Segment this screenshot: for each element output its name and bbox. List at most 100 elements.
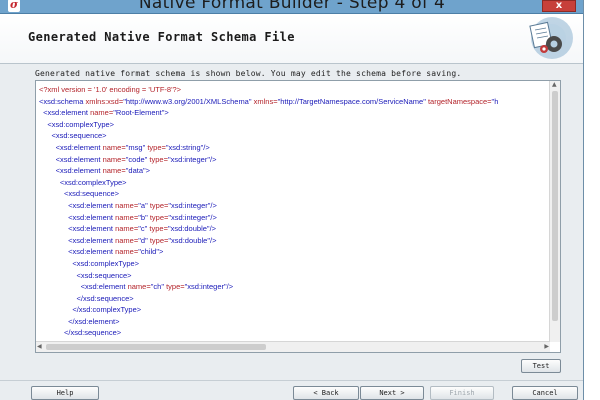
code-line[interactable]: <xsd:element name="msg" type="xsd:string… <box>39 142 548 154</box>
code-token: </xsd:element> <box>39 316 120 326</box>
code-token: <xsd:element <box>39 154 103 164</box>
code-token: <xsd:element <box>39 224 116 234</box>
code-line[interactable]: </xsd:complexType> <box>39 304 548 316</box>
window-title: Native Format Builder - Step 4 of 4 <box>138 0 446 13</box>
code-line[interactable]: <xsd:element name="c" type="xsd:double"/… <box>39 223 548 235</box>
scroll-right-icon[interactable]: ▶ <box>544 343 549 350</box>
code-token: <?xml version = '1.0' encoding = 'UTF-8'… <box>39 85 182 94</box>
code-line[interactable]: <xsd:element name="b" type="xsd:integer"… <box>39 212 548 224</box>
code-line[interactable]: </xsd:sequence> <box>39 293 548 305</box>
code-token: "xsd:double"/> <box>167 224 217 234</box>
code-line[interactable]: <xsd:complexType> <box>39 177 548 189</box>
code-token: "b" <box>138 212 150 222</box>
code-token: name= <box>115 235 139 245</box>
code-token: xmlns= <box>253 96 278 106</box>
code-token: <xsd:sequence> <box>39 131 107 141</box>
next-button[interactable]: Next > <box>360 386 424 400</box>
code-line[interactable]: </xsd:sequence> <box>39 327 548 339</box>
code-line[interactable]: <xsd:element name="child"> <box>39 246 548 258</box>
horizontal-scrollbar[interactable]: ◀ ▶ <box>36 341 550 352</box>
code-line[interactable]: <xsd:element name="a" type="xsd:integer"… <box>39 200 548 212</box>
code-token: <xsd:sequence> <box>39 270 132 280</box>
code-token: "xsd:string"/> <box>165 142 210 152</box>
code-token: <xsd:schema <box>39 96 86 106</box>
vertical-scroll-thumb[interactable] <box>552 91 558 321</box>
vertical-scrollbar[interactable]: ▲ <box>549 81 560 342</box>
code-token: <xsd:element <box>39 247 116 257</box>
code-line[interactable]: <xsd:schema xmlns:xsd="http://www.w3.org… <box>39 96 548 108</box>
title-bar[interactable]: σ Native Format Builder - Step 4 of 4 x <box>0 0 583 14</box>
code-token: </xsd:complexType> <box>39 305 142 315</box>
cancel-button[interactable]: Cancel <box>512 386 578 400</box>
footer-divider <box>0 380 583 381</box>
code-token: "http://www.w3.org/2001/XMLSchema" <box>123 96 254 106</box>
code-line[interactable]: <xsd:sequence> <box>39 188 548 200</box>
code-line[interactable]: <xsd:sequence> <box>39 130 548 142</box>
code-token: name= <box>127 282 151 292</box>
code-token: <xsd:sequence> <box>39 189 120 199</box>
code-token: type= <box>149 154 168 164</box>
code-token: name= <box>115 212 139 222</box>
close-icon: x <box>555 0 563 11</box>
native-format-builder-window: σ Native Format Builder - Step 4 of 4 x … <box>0 0 584 400</box>
code-token: type= <box>149 212 169 222</box>
code-line[interactable]: <xsd:complexType> <box>39 258 548 270</box>
test-button[interactable]: Test <box>521 359 561 373</box>
code-line[interactable]: <xsd:element name="d" type="xsd:double"/… <box>39 235 548 247</box>
code-line[interactable]: <xsd:element name="Root-Element"> <box>39 107 548 119</box>
code-token: <xsd:element <box>39 282 128 292</box>
code-token: type= <box>147 142 166 152</box>
code-token: <xsd:element <box>39 166 103 176</box>
close-button[interactable]: x <box>542 0 576 12</box>
description-text: Generated native format schema is shown … <box>35 69 462 78</box>
wizard-header: Generated Native Format Schema File <box>0 14 583 64</box>
code-line[interactable]: <xsd:element name="ch" type="xsd:integer… <box>39 281 548 293</box>
schema-editor[interactable]: <?xml version = '1.0' encoding = 'UTF-8'… <box>35 80 561 353</box>
code-token: "xsd:integer"/> <box>167 154 217 164</box>
code-token: <xsd:element <box>39 212 116 222</box>
code-line[interactable]: <?xml version = '1.0' encoding = 'UTF-8'… <box>39 84 548 96</box>
code-token: name= <box>102 142 126 152</box>
code-token: name= <box>102 154 126 164</box>
code-line[interactable]: <xsd:complexType> <box>39 119 548 131</box>
code-token: "a" <box>138 200 150 210</box>
code-token: "Root-Element"> <box>113 108 169 118</box>
help-button[interactable]: Help <box>31 386 99 400</box>
code-line[interactable]: </xsd:element> <box>39 316 548 328</box>
code-token: "http://TargetNamespace.com/ServiceName" <box>277 96 428 106</box>
code-token: type= <box>149 235 169 245</box>
code-token: <xsd:complexType> <box>39 119 115 129</box>
code-line[interactable]: <xsd:sequence> <box>39 270 548 282</box>
gear-document-icon <box>529 17 573 59</box>
code-token: "xsd:integer"/> <box>168 212 217 222</box>
code-token: "xsd:double"/> <box>168 235 217 245</box>
code-token: "c" <box>138 224 150 234</box>
code-token: <xsd:element <box>39 200 116 210</box>
code-token: "ch" <box>150 282 167 292</box>
code-token: <xsd:element <box>39 142 103 152</box>
code-token: <xsd:element <box>39 235 116 245</box>
code-token: xmlns:xsd= <box>85 96 124 106</box>
code-token: "xsd:integer"/> <box>168 200 217 210</box>
code-token: <xsd:complexType> <box>39 177 127 187</box>
scroll-up-icon[interactable]: ▲ <box>552 81 557 88</box>
schema-code[interactable]: <?xml version = '1.0' encoding = 'UTF-8'… <box>39 84 548 340</box>
page-title: Generated Native Format Schema File <box>28 30 295 44</box>
back-button[interactable]: < Back <box>293 386 359 400</box>
horizontal-scroll-thumb[interactable] <box>46 344 266 350</box>
code-line[interactable]: <xsd:element name="code" type="xsd:integ… <box>39 154 548 166</box>
code-token: name= <box>115 224 139 234</box>
code-token: name= <box>115 247 139 257</box>
finish-button: Finish <box>430 386 494 400</box>
code-token: <xsd:complexType> <box>39 258 140 268</box>
code-token: </xsd:sequence> <box>39 293 134 303</box>
code-token: "msg" <box>125 142 148 152</box>
code-token: "data"> <box>125 166 151 176</box>
code-token: type= <box>149 200 169 210</box>
code-token: type= <box>166 282 185 292</box>
code-line[interactable]: <xsd:element name="data"> <box>39 165 548 177</box>
code-token: "h <box>491 96 499 106</box>
desktop-background <box>584 0 600 400</box>
code-token: name= <box>115 200 139 210</box>
scroll-left-icon[interactable]: ◀ <box>37 343 42 350</box>
